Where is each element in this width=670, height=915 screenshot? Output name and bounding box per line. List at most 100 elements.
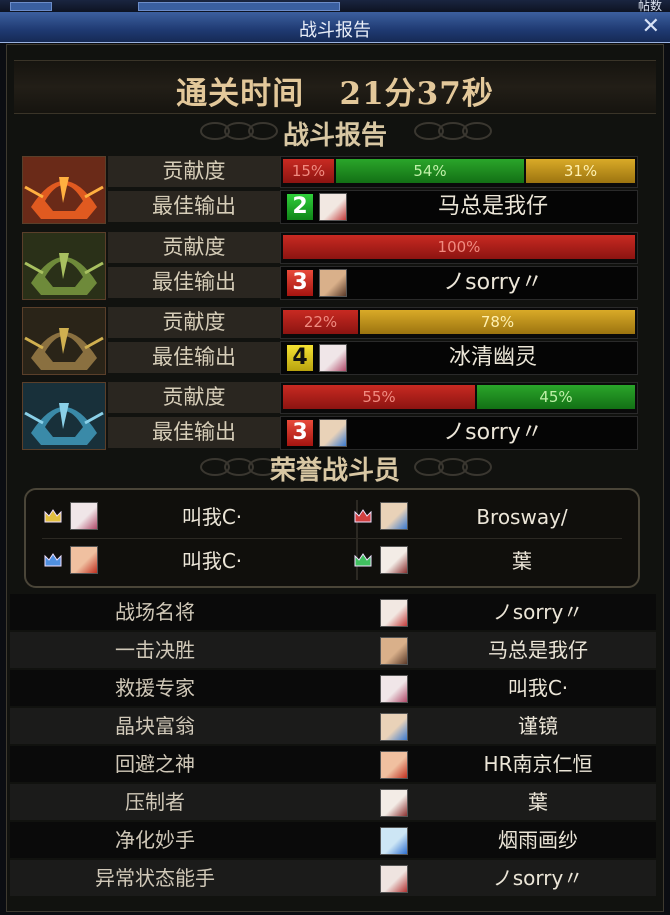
award-player-name: 谨镜 (518, 714, 558, 738)
party-number-badge: 2 (287, 194, 313, 220)
best-output-player-name: 马总是我仔 (437, 194, 548, 219)
award-row: 净化妙手 烟雨画纱 (10, 822, 656, 858)
contribution-segment: 15% (283, 159, 334, 183)
player-avatar (380, 675, 408, 703)
contribution-segment: 22% (283, 310, 358, 334)
red-crown-icon (354, 508, 372, 523)
honor-box: 叫我C· Brosway/叫我C· 葉 (24, 488, 640, 588)
background-top-strip: 帖数 (0, 0, 670, 13)
award-row: 战场名将 ノsorry〃 (10, 594, 656, 630)
boss-row: 贡献度 最佳输出 22% 78% 4 冰清幽灵 (22, 307, 638, 375)
award-row: 压制者 葉 (10, 784, 656, 820)
player-avatar (380, 827, 408, 855)
honor-member-name: Brosway/ (476, 505, 568, 529)
award-title: 异常状态能手 (95, 866, 215, 890)
boss-row-labels: 贡献度 最佳输出 (108, 307, 280, 373)
award-player-name: HR南京仁恒 (483, 752, 593, 776)
player-avatar (380, 502, 408, 530)
award-row: 晶块富翁 谨镜 (10, 708, 656, 744)
contribution-label: 贡献度 (108, 382, 280, 413)
boss-row-labels: 贡献度 最佳输出 (108, 156, 280, 222)
player-avatar (380, 713, 408, 741)
honor-member-name: 叫我C· (181, 549, 243, 573)
red-flame-helmet-icon (22, 156, 106, 224)
player-avatar (380, 599, 408, 627)
gold-dark-helmet-icon (22, 307, 106, 375)
boss-row: 贡献度最佳输出 15% 54% 31% 2 马总是我仔 (22, 156, 638, 224)
party-number-badge: 3 (287, 420, 313, 446)
award-row: 回避之神 HR南京仁恒 (10, 746, 656, 782)
player-avatar (70, 502, 98, 530)
best-output-label: 最佳输出 (108, 267, 280, 298)
award-title: 晶块富翁 (115, 714, 195, 738)
best-output-label: 最佳输出 (108, 342, 280, 373)
honor-heading: 荣誉战斗员 (269, 456, 400, 486)
honor-member: Brosway/ (344, 496, 634, 538)
award-title: 战场名将 (115, 600, 195, 624)
contribution-label: 贡献度 (108, 156, 280, 187)
contribution-bar: 100% (280, 232, 638, 264)
honor-member: 叫我C· (34, 540, 324, 582)
award-player-name: 葉 (528, 790, 548, 814)
contribution-bar: 22% 78% (280, 307, 638, 339)
best-output-row: 2 马总是我仔 (280, 190, 638, 224)
contribution-label: 贡献度 (108, 232, 280, 263)
clear-time-box: 通关时间 21分37秒 (14, 60, 656, 114)
honor-divider (42, 538, 622, 539)
boss-row-labels: 贡献度 最佳输出 (108, 232, 280, 298)
contribution-bar: 15% 54% 31% (280, 156, 638, 188)
contribution-segment: 100% (283, 235, 635, 259)
player-avatar (319, 269, 347, 297)
party-number-badge: 4 (287, 345, 313, 371)
clear-time-value: 21分37秒 (339, 76, 494, 112)
best-output-row: 3 ノsorry〃 (280, 266, 638, 300)
honor-member: 葉 (344, 540, 634, 582)
player-avatar (380, 546, 408, 574)
clear-time-label: 通关时间 (176, 76, 305, 112)
blue-ice-helmet-icon (22, 382, 106, 450)
boss-row: 贡献度最佳输出 100% 3 ノsorry〃 (22, 232, 638, 300)
contribution-segment: 31% (526, 159, 635, 183)
contribution-segment: 78% (360, 310, 635, 334)
hp-bar-fragment (10, 2, 52, 11)
window-title: 战斗报告 (299, 20, 371, 41)
green-horned-helmet-icon (22, 232, 106, 300)
best-output-row: 4 冰清幽灵 (280, 341, 638, 375)
player-avatar (380, 637, 408, 665)
close-icon[interactable]: ✕ (642, 14, 660, 39)
award-title: 一击决胜 (115, 638, 195, 662)
award-player-name: 烟雨画纱 (498, 828, 578, 852)
boss-row-labels: 贡献度 最佳输出 (108, 382, 280, 448)
gold-crown-icon (44, 508, 62, 523)
honor-member-name: 叫我C· (181, 505, 243, 529)
award-title: 净化妙手 (115, 828, 195, 852)
award-title: 回避之神 (115, 752, 195, 776)
player-avatar (319, 419, 347, 447)
award-player-name: 叫我C· (507, 676, 569, 700)
best-output-row: 3 ノsorry〃 (280, 416, 638, 450)
player-avatar (380, 789, 408, 817)
player-avatar (319, 344, 347, 372)
contribution-segment: 55% (283, 385, 475, 409)
contribution-segment: 54% (336, 159, 524, 183)
player-avatar (380, 751, 408, 779)
best-output-label: 最佳输出 (108, 417, 280, 448)
best-output-player-name: 冰清幽灵 (448, 345, 537, 370)
award-row: 救援专家 叫我C· (10, 670, 656, 706)
boss-row: 贡献度最佳输出 55% 45% 3 ノsorry〃 (22, 382, 638, 450)
award-row: 异常状态能手 ノsorry〃 (10, 860, 656, 896)
player-avatar (319, 193, 347, 221)
honor-member-name: 葉 (512, 549, 532, 573)
honor-member: 叫我C· (34, 496, 324, 538)
player-avatar (380, 865, 408, 893)
player-avatar (70, 546, 98, 574)
best-output-player-name: ノsorry〃 (443, 270, 543, 295)
best-output-player-name: ノsorry〃 (443, 420, 543, 445)
mp-bar-fragment (138, 2, 340, 11)
battle-report-heading: 战斗报告 (282, 121, 387, 151)
award-player-name: ノsorry〃 (492, 866, 584, 890)
award-player-name: ノsorry〃 (492, 600, 584, 624)
window-title-bar[interactable]: 战斗报告 ✕ (0, 12, 670, 43)
best-output-label: 最佳输出 (108, 191, 280, 222)
contribution-segment: 45% (477, 385, 635, 409)
